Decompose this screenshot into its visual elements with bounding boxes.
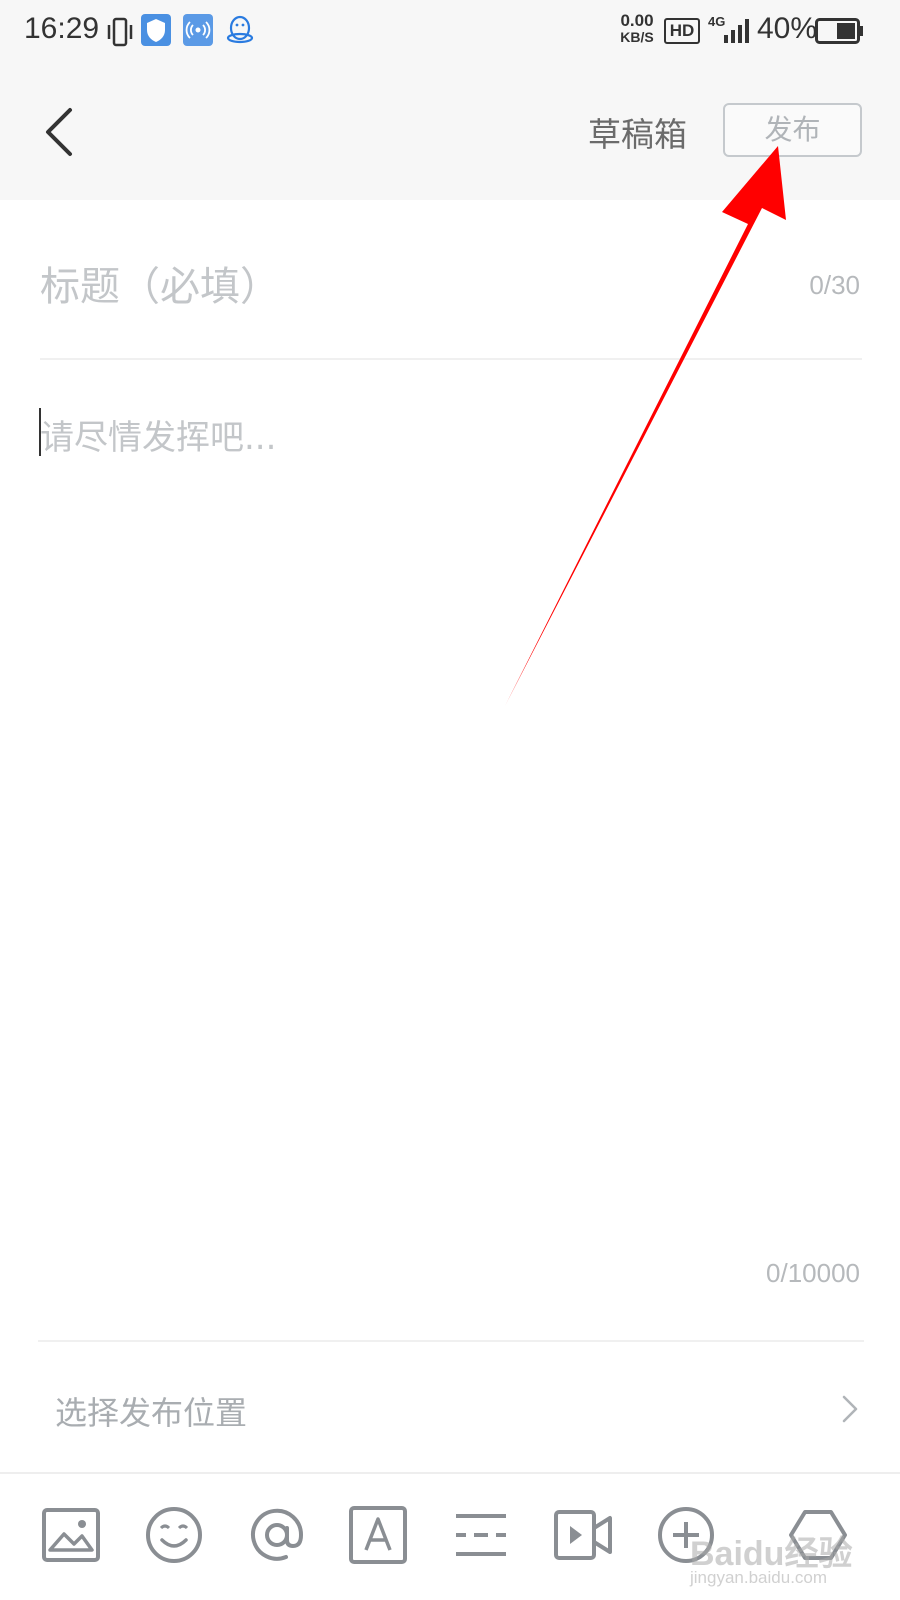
- nav-bar: 草稿箱 发布: [0, 64, 900, 200]
- network-speed-unit: KB/S: [620, 29, 654, 45]
- more-icon[interactable]: [787, 1504, 849, 1566]
- signal-icon: [724, 19, 749, 43]
- network-speed-value: 0.00: [620, 11, 654, 30]
- image-icon[interactable]: [40, 1504, 102, 1566]
- chevron-right-icon: [842, 1395, 858, 1423]
- vibrate-icon: [107, 17, 133, 47]
- broadcast-icon: [183, 14, 213, 46]
- annotation-arrow-shape: [505, 146, 786, 706]
- emoji-icon[interactable]: [143, 1504, 205, 1566]
- status-bar: 16:29 0.00 KB/S HD 4G 40%: [0, 0, 900, 64]
- battery-icon: [815, 18, 863, 44]
- editor-toolbar: [0, 1474, 900, 1600]
- content-char-count: 0/10000: [766, 1258, 860, 1288]
- status-time: 16:29: [24, 12, 100, 45]
- title-input[interactable]: 标题（必填）: [40, 254, 280, 312]
- shield-icon: [141, 14, 171, 46]
- back-chevron-icon: [46, 108, 72, 156]
- publish-button[interactable]: 发布: [723, 103, 862, 157]
- divider-icon[interactable]: [450, 1504, 512, 1566]
- location-label: 选择发布位置: [55, 1394, 248, 1432]
- content-input[interactable]: 请尽情发挥吧...: [40, 410, 276, 459]
- video-icon[interactable]: [552, 1504, 614, 1566]
- location-selector[interactable]: 选择发布位置: [0, 1342, 900, 1472]
- hd-icon: HD: [664, 18, 700, 44]
- qq-penguin-icon: [226, 15, 254, 44]
- text-format-icon[interactable]: [347, 1504, 409, 1566]
- drafts-link[interactable]: 草稿箱: [588, 108, 687, 156]
- title-char-count: 0/30: [809, 270, 860, 300]
- back-button[interactable]: [38, 104, 82, 160]
- network-speed: 0.00 KB/S: [615, 12, 659, 46]
- add-icon[interactable]: [655, 1504, 717, 1566]
- battery-percent: 40%: [757, 12, 818, 45]
- title-divider: [40, 358, 862, 360]
- mention-icon[interactable]: [246, 1504, 308, 1566]
